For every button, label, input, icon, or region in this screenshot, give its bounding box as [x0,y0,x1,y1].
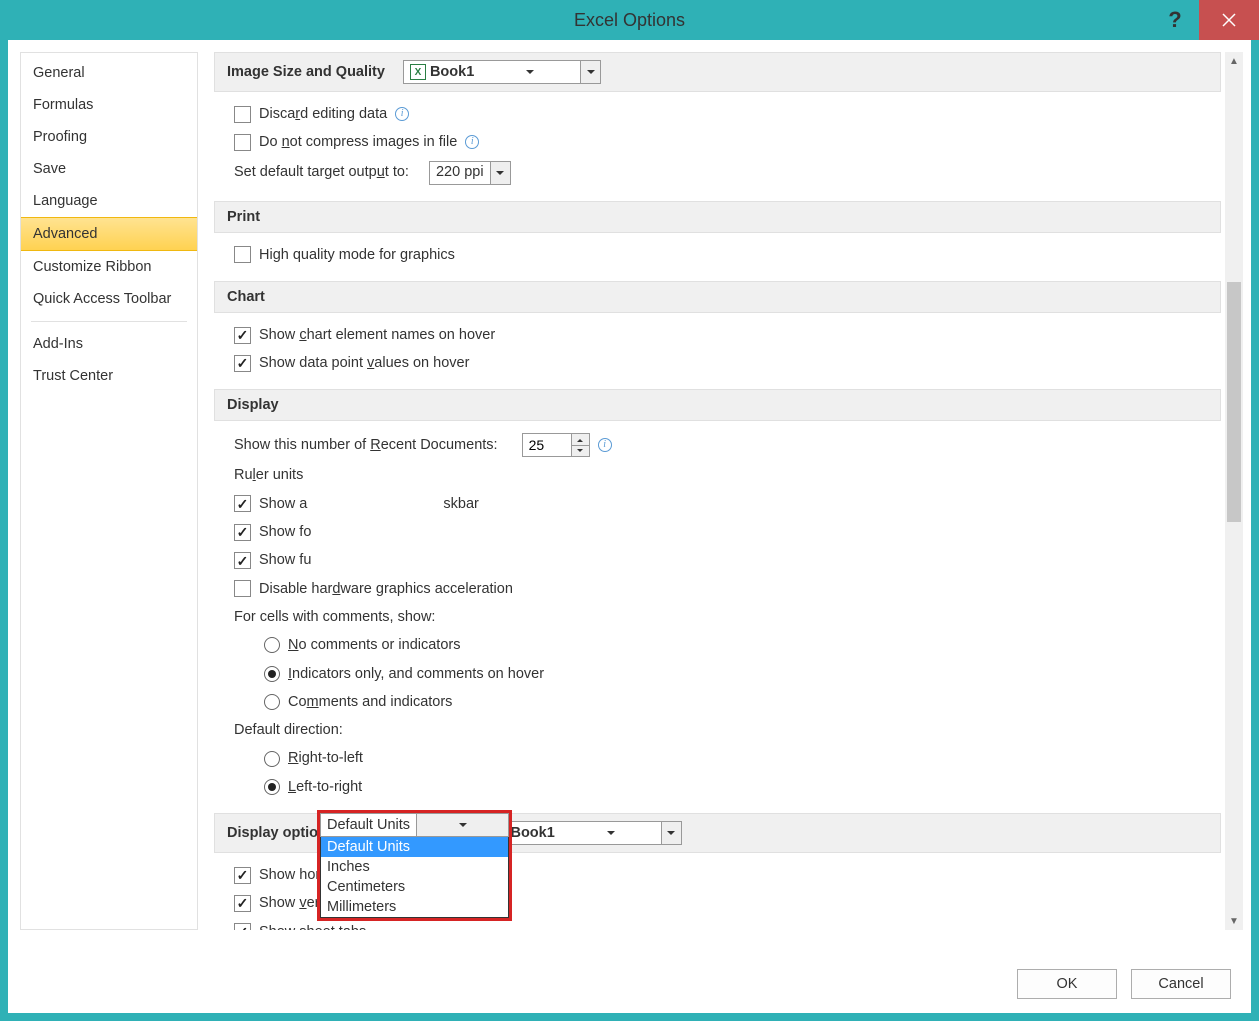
chevron-down-icon [580,61,600,83]
info-icon[interactable] [598,438,612,452]
sidebar-item-qat[interactable]: Quick Access Toolbar [21,283,197,315]
ruler-option-inches[interactable]: Inches [321,857,508,877]
sheet-tabs-checkbox[interactable] [234,923,251,930]
ltr-radio[interactable] [264,779,280,795]
scroll-up-arrow[interactable]: ▲ [1225,52,1243,70]
section-title: Chart [227,289,265,305]
ppi-select[interactable]: 220 ppi [429,161,511,185]
close-button[interactable] [1199,0,1259,40]
ruler-units-current: Default Units [321,814,416,836]
window-title: Excel Options [0,10,1259,31]
info-icon[interactable] [465,135,479,149]
ltr-label: Left-to-right [288,777,362,797]
workbook-select-2[interactable]: Book1 [483,821,681,845]
ruler-units-label: Ruler units [234,465,303,485]
comments-none-label: No comments or indicators [288,635,460,655]
section-display: Display [214,389,1221,421]
comments-indicators-label: Indicators only, and comments on hover [288,664,544,684]
ok-button[interactable]: OK [1017,969,1117,999]
comments-none-radio[interactable] [264,637,280,653]
show-all-windows-label-a: Show a [259,494,307,514]
sidebar-item-advanced[interactable]: Advanced [21,217,197,251]
sidebar-item-trust-center[interactable]: Trust Center [21,360,197,392]
rtl-radio[interactable] [264,751,280,767]
sidebar-item-formulas[interactable]: Formulas [21,89,197,121]
sheet-tabs-label: Show sheet tabs [259,922,366,930]
no-compress-label: Do not compress images in file [259,132,457,152]
chart-names-checkbox[interactable] [234,327,251,344]
scroll-down-arrow[interactable]: ▼ [1225,912,1243,930]
ruler-option-default[interactable]: Default Units [321,837,508,857]
chevron-down-icon [416,814,508,836]
comments-both-label: Comments and indicators [288,692,452,712]
direction-label: Default direction: [234,720,343,740]
close-icon [1222,13,1236,27]
h-scroll-checkbox[interactable] [234,867,251,884]
sidebar-item-language[interactable]: Language [21,185,197,217]
content-scrollbar[interactable]: ▲ ▼ [1225,52,1243,930]
ruler-option-millimeters[interactable]: Millimeters [321,897,508,917]
info-icon[interactable] [395,107,409,121]
section-chart: Chart [214,281,1221,313]
disable-hw-label: Disable hardware graphics acceleration [259,579,513,599]
spinner-up[interactable] [572,434,589,446]
scroll-thumb[interactable] [1227,282,1241,522]
sidebar-item-customize-ribbon[interactable]: Customize Ribbon [21,251,197,283]
help-button[interactable]: ? [1151,0,1199,40]
comments-indicators-radio[interactable] [264,666,280,682]
discard-editing-checkbox[interactable] [234,106,251,123]
section-title: Image Size and Quality [227,64,385,80]
category-sidebar: General Formulas Proofing Save Language … [20,52,198,930]
sidebar-separator [31,321,187,322]
sidebar-item-addins[interactable]: Add-Ins [21,328,197,360]
no-compress-checkbox[interactable] [234,134,251,151]
section-print: Print [214,201,1221,233]
comments-label: For cells with comments, show: [234,607,435,627]
section-image-quality: Image Size and Quality Book1 [214,52,1221,92]
high-quality-label: High quality mode for graphics [259,245,455,265]
sidebar-item-general[interactable]: General [21,57,197,89]
workbook-select[interactable]: Book1 [403,60,601,84]
discard-editing-label: Discard editing data [259,104,387,124]
recent-docs-input[interactable] [523,434,571,456]
show-function-tips-label: Show fu [259,550,311,570]
rtl-label: Right-to-left [288,748,363,768]
sidebar-item-save[interactable]: Save [21,153,197,185]
ruler-units-dropdown[interactable]: Default Units Default Units Inches Centi… [317,810,512,921]
ruler-units-listbox: Default Units Inches Centimeters Millime… [320,837,509,918]
recent-docs-spinner[interactable] [522,433,590,457]
v-scroll-checkbox[interactable] [234,895,251,912]
show-all-windows-label-b: skbar [443,494,478,514]
content-pane: Image Size and Quality Book1 Discard edi… [214,52,1243,930]
chart-names-label: Show chart element names on hover [259,325,495,345]
recent-docs-label: Show this number of Recent Documents: [234,435,498,455]
disable-hw-checkbox[interactable] [234,580,251,597]
show-formula-bar-label: Show fo [259,522,311,542]
sidebar-item-proofing[interactable]: Proofing [21,121,197,153]
chevron-down-icon [490,162,510,184]
show-function-tips-checkbox[interactable] [234,552,251,569]
comments-both-radio[interactable] [264,694,280,710]
chart-values-label: Show data point values on hover [259,353,469,373]
show-formula-bar-checkbox[interactable] [234,524,251,541]
cancel-button[interactable]: Cancel [1131,969,1231,999]
dialog-buttons: OK Cancel [8,959,1251,1013]
section-title: Display [227,397,279,413]
default-target-label: Set default target output to: [234,162,409,182]
spinner-down[interactable] [572,446,589,457]
section-title: Print [227,209,260,225]
titlebar: Excel Options ? [0,0,1259,40]
excel-icon [410,64,426,80]
chevron-down-icon [661,822,681,844]
ruler-option-centimeters[interactable]: Centimeters [321,877,508,897]
show-all-windows-checkbox[interactable] [234,495,251,512]
chart-values-checkbox[interactable] [234,355,251,372]
high-quality-checkbox[interactable] [234,246,251,263]
